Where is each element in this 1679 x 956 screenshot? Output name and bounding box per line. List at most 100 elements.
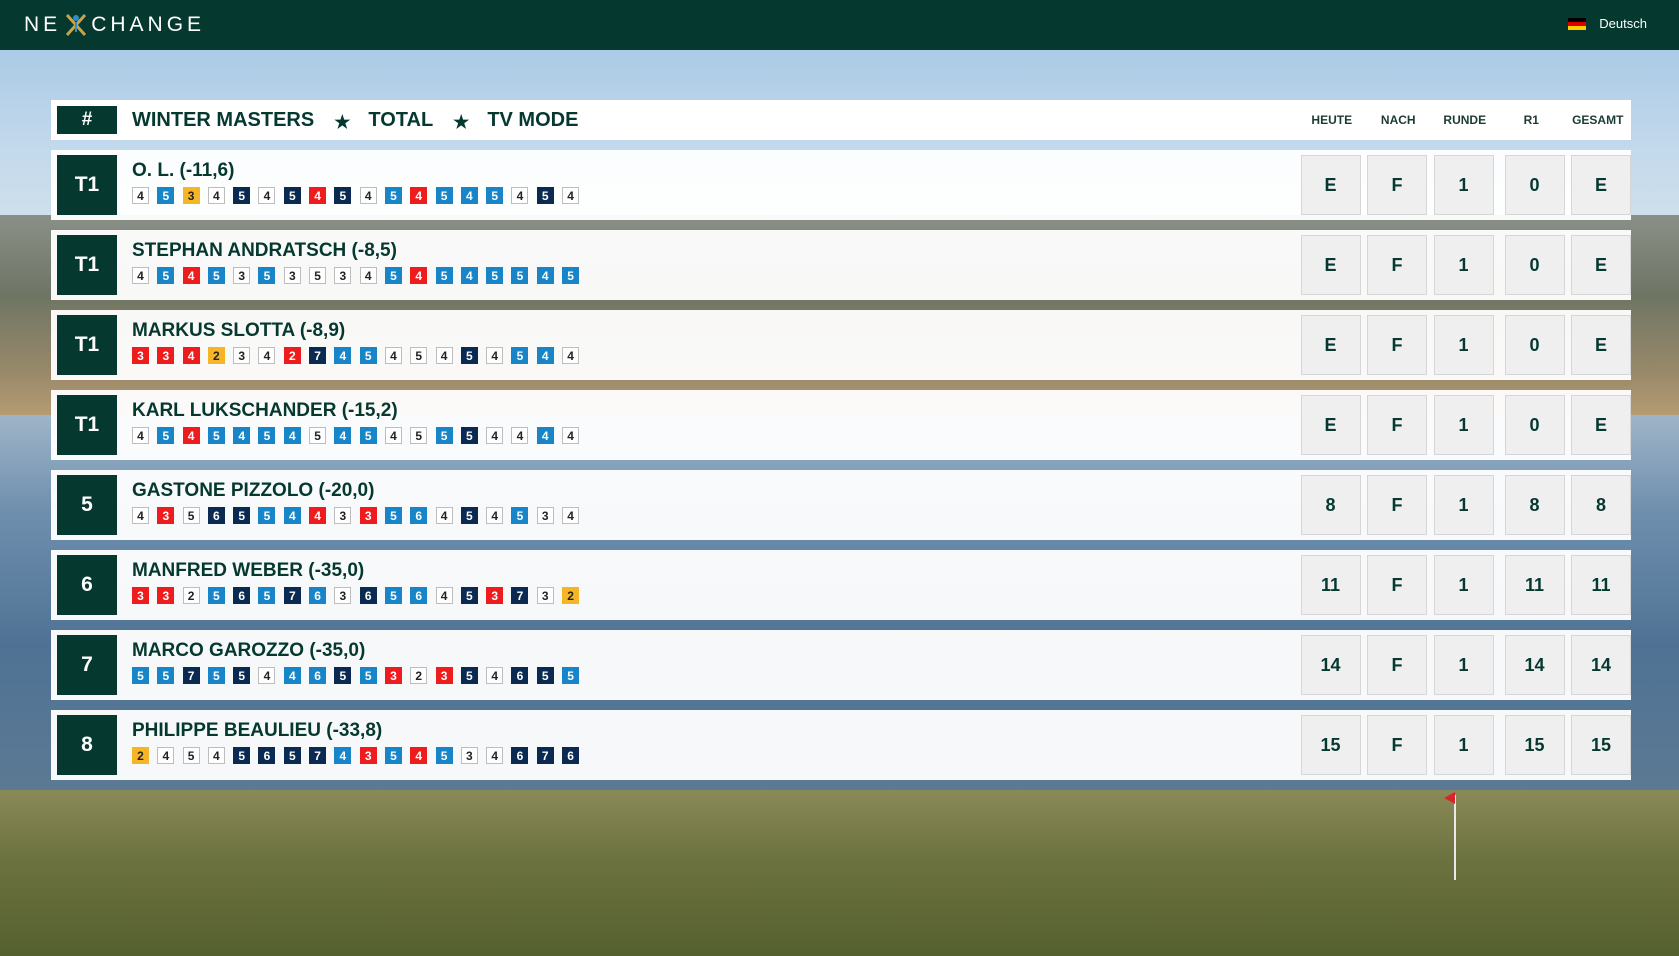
hole-scores: 454535353454545545 — [132, 267, 587, 284]
stat-runde: 1 — [1433, 475, 1494, 535]
hole-score: 4 — [460, 267, 478, 284]
hole-score: 5 — [486, 187, 504, 204]
hole-score: 4 — [359, 267, 377, 284]
stat-r1: 0 — [1504, 395, 1565, 455]
stat-nach: F — [1367, 395, 1427, 455]
tournament-title[interactable]: WINTER MASTERS — [132, 109, 314, 132]
tv-mode[interactable]: TV MODE — [487, 109, 578, 132]
stat-gesamt: 14 — [1571, 635, 1631, 695]
hole-score: 4 — [258, 667, 276, 684]
stat-heute: 11 — [1300, 555, 1361, 615]
player-name[interactable]: MANFRED WEBER (-35,0) — [132, 560, 364, 582]
hole-score: 6 — [511, 747, 529, 764]
pin-flag — [1444, 792, 1455, 804]
hole-score: 4 — [233, 427, 251, 444]
hole-score: 5 — [359, 667, 377, 684]
hole-score: 5 — [511, 507, 529, 524]
player-name[interactable]: MARCO GAROZZO (-35,0) — [132, 640, 365, 662]
hole-score: 5 — [233, 747, 251, 764]
player-name[interactable]: O. L. (-11,6) — [132, 160, 234, 182]
hole-score: 7 — [536, 747, 554, 764]
rank-badge: T1 — [57, 235, 117, 295]
stat-nach: F — [1367, 475, 1427, 535]
hole-score: 4 — [283, 667, 301, 684]
hole-score: 5 — [283, 187, 301, 204]
hole-score: 4 — [486, 507, 504, 524]
hole-score: 4 — [562, 347, 580, 364]
hole-score: 6 — [258, 747, 276, 764]
player-row[interactable]: T1 MARKUS SLOTTA (-8,9) 3342342745454545… — [51, 310, 1631, 380]
player-rows: T1 O. L. (-11,6) 453454545454545454 E F … — [51, 150, 1631, 780]
star-icon: ★ — [334, 111, 351, 132]
logo[interactable]: NE CHANGE — [24, 12, 205, 38]
hole-score: 5 — [258, 427, 276, 444]
hole-score: 5 — [384, 267, 402, 284]
col-nach: NACH — [1380, 113, 1416, 127]
hole-score: 4 — [309, 507, 327, 524]
hole-score: 5 — [207, 667, 225, 684]
stat-runde: 1 — [1433, 315, 1494, 375]
hole-score: 5 — [359, 347, 377, 364]
hole-score: 5 — [157, 187, 175, 204]
player-stats: 11 F 1 11 11 — [1294, 555, 1631, 615]
player-row[interactable]: T1 KARL LUKSCHANDER (-15,2) 454545454545… — [51, 390, 1631, 460]
player-row[interactable]: 6 MANFRED WEBER (-35,0) 3325657636564537… — [51, 550, 1631, 620]
hole-score: 4 — [283, 427, 301, 444]
stat-runde: 1 — [1433, 395, 1494, 455]
player-stats: 15 F 1 15 15 — [1294, 715, 1631, 775]
hole-score: 6 — [233, 587, 251, 604]
hole-score: 7 — [511, 587, 529, 604]
hole-score: 4 — [435, 587, 453, 604]
stat-gesamt: 15 — [1571, 715, 1631, 775]
player-name[interactable]: GASTONE PIZZOLO (-20,0) — [132, 480, 374, 502]
hole-score: 3 — [536, 587, 554, 604]
stat-gesamt: 11 — [1571, 555, 1631, 615]
hole-score: 3 — [435, 667, 453, 684]
hole-scores: 557554465532354655 — [132, 667, 587, 684]
hole-score: 5 — [132, 667, 149, 684]
rank-badge: 8 — [57, 715, 117, 775]
hole-score: 2 — [283, 347, 301, 364]
player-name[interactable]: KARL LUKSCHANDER (-15,2) — [132, 400, 398, 422]
player-row[interactable]: T1 O. L. (-11,6) 453454545454545454 E F … — [51, 150, 1631, 220]
player-row[interactable]: 7 MARCO GAROZZO (-35,0) 5575544655323546… — [51, 630, 1631, 700]
player-stats: 14 F 1 14 14 — [1294, 635, 1631, 695]
view-total[interactable]: TOTAL — [368, 109, 433, 132]
hole-score: 4 — [384, 347, 402, 364]
logo-text-left: NE — [24, 13, 62, 36]
hole-score: 5 — [536, 667, 554, 684]
stat-nach: F — [1367, 555, 1427, 615]
player-row[interactable]: 5 GASTONE PIZZOLO (-20,0) 43565544335645… — [51, 470, 1631, 540]
logo-text-right: CHANGE — [91, 13, 206, 36]
hole-score: 4 — [207, 747, 225, 764]
language-selector[interactable]: Deutsch — [1568, 16, 1647, 31]
rank-badge: 7 — [57, 635, 117, 695]
hole-score: 4 — [486, 347, 504, 364]
stat-r1: 0 — [1504, 155, 1565, 215]
stat-nach: F — [1367, 715, 1427, 775]
stat-r1: 0 — [1504, 315, 1565, 375]
stat-runde: 1 — [1433, 235, 1494, 295]
hole-score: 5 — [258, 267, 276, 284]
hole-score: 5 — [460, 507, 478, 524]
top-bar: NE CHANGE Deutsch — [0, 0, 1679, 50]
stat-gesamt: E — [1571, 155, 1631, 215]
player-row[interactable]: 8 PHILIPPE BEAULIEU (-33,8) 245456574354… — [51, 710, 1631, 780]
hole-scores: 454545454545554444 — [132, 427, 587, 444]
rank-badge: 5 — [57, 475, 117, 535]
hole-score: 6 — [309, 587, 327, 604]
player-row[interactable]: T1 STEPHAN ANDRATSCH (-8,5) 454535353454… — [51, 230, 1631, 300]
hole-scores: 453454545454545454 — [132, 187, 587, 204]
hole-score: 5 — [384, 187, 402, 204]
player-name[interactable]: STEPHAN ANDRATSCH (-8,5) — [132, 240, 397, 262]
hole-score: 6 — [309, 667, 327, 684]
player-name[interactable]: PHILIPPE BEAULIEU (-33,8) — [132, 720, 382, 742]
player-name[interactable]: MARKUS SLOTTA (-8,9) — [132, 320, 345, 342]
hole-score: 5 — [460, 427, 478, 444]
logo-mark-icon — [63, 12, 89, 38]
hole-score: 5 — [207, 427, 225, 444]
hole-score: 4 — [410, 187, 428, 204]
star-icon: ★ — [453, 111, 470, 132]
hole-score: 4 — [132, 507, 149, 524]
hole-scores: 332565763656453732 — [132, 587, 587, 604]
